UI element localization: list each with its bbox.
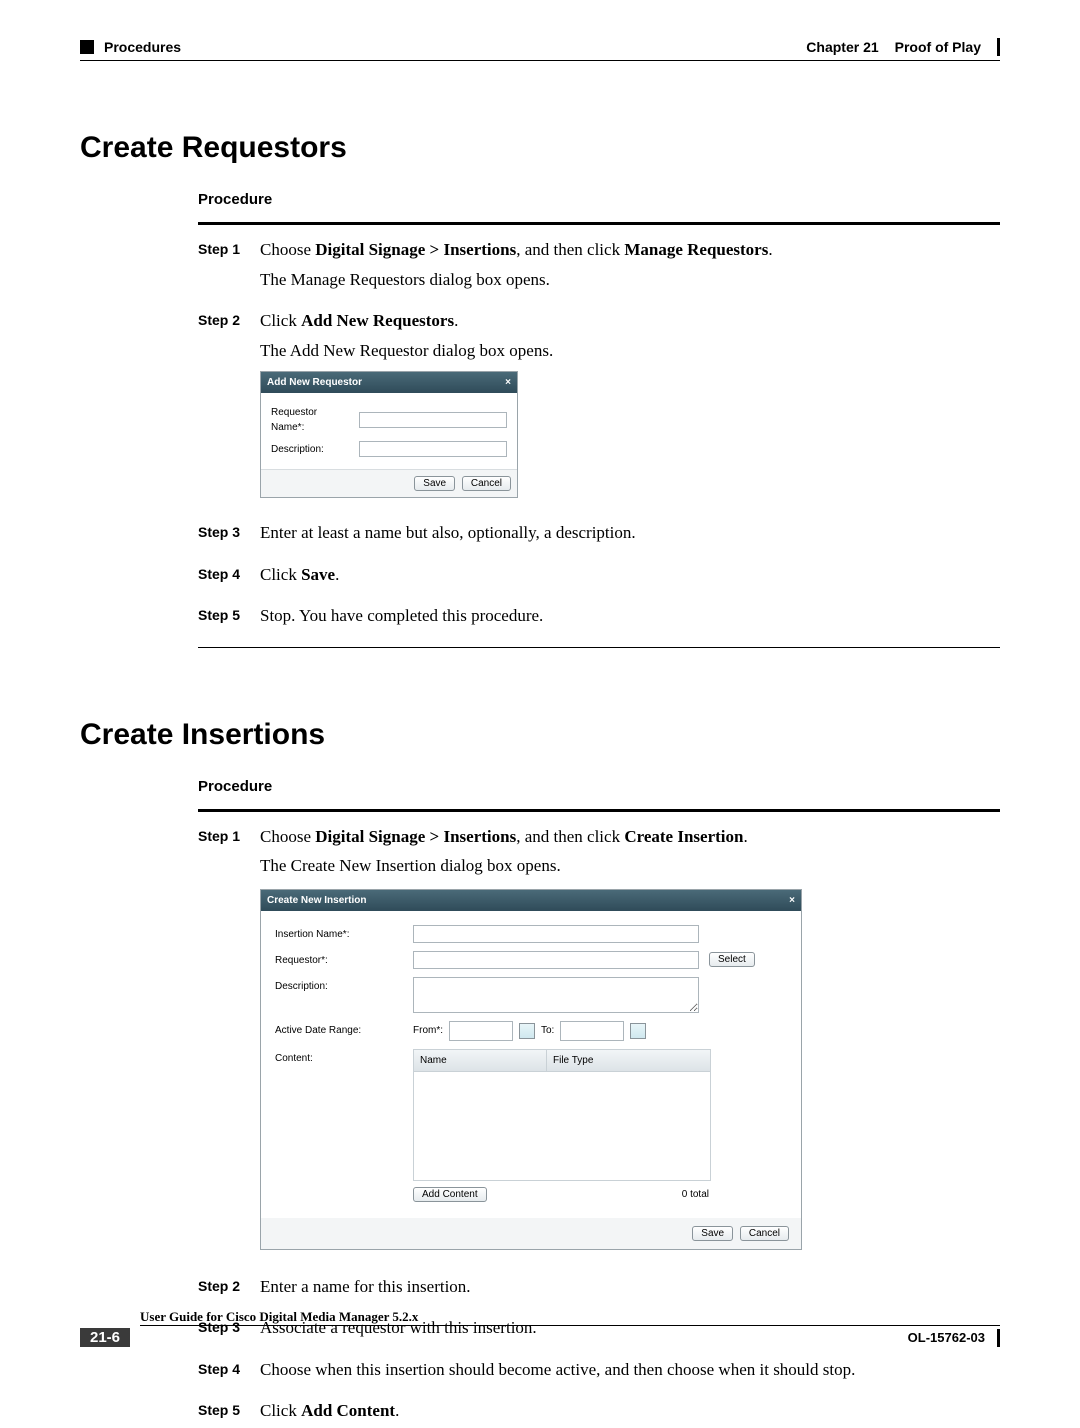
from-date-input[interactable] bbox=[449, 1021, 513, 1041]
dialog-title: Add New Requestor bbox=[267, 375, 362, 390]
step-body: Enter a name for this insertion. bbox=[260, 1274, 1000, 1304]
requestor-desc-label: Description: bbox=[271, 442, 353, 457]
cancel-button[interactable]: Cancel bbox=[462, 476, 511, 491]
step-body: Choose when this insertion should become… bbox=[260, 1357, 1000, 1387]
close-icon[interactable]: × bbox=[789, 893, 795, 908]
header-rule bbox=[80, 60, 1000, 61]
step-body: Enter at least a name but also, optional… bbox=[260, 520, 1000, 550]
header-procedures: Procedures bbox=[104, 39, 181, 55]
col-type: File Type bbox=[547, 1050, 710, 1071]
insertion-name-label: Insertion Name*: bbox=[275, 925, 413, 942]
running-header: Procedures Chapter 21 Proof of Play bbox=[80, 38, 1000, 56]
save-button[interactable]: Save bbox=[414, 476, 455, 491]
content-label: Content: bbox=[275, 1049, 413, 1066]
calendar-icon[interactable] bbox=[519, 1023, 535, 1039]
to-label: To: bbox=[541, 1023, 554, 1038]
page-number: 21-6 bbox=[80, 1328, 130, 1347]
step-label: Step 2 bbox=[198, 1274, 260, 1297]
step-label: Step 5 bbox=[198, 1398, 260, 1421]
requestor-input[interactable] bbox=[413, 951, 699, 969]
step-label: Step 1 bbox=[198, 824, 260, 847]
save-button[interactable]: Save bbox=[692, 1226, 733, 1241]
to-date-input[interactable] bbox=[560, 1021, 624, 1041]
step-body: Click Add Content. bbox=[260, 1398, 1000, 1428]
heading-requestors: Create Requestors bbox=[80, 131, 1000, 165]
description-label: Description: bbox=[275, 977, 413, 994]
close-icon[interactable]: × bbox=[505, 375, 511, 390]
footer-bar-icon bbox=[997, 1329, 1000, 1347]
step-body: Click Save. bbox=[260, 562, 1000, 592]
step-label: Step 4 bbox=[198, 1357, 260, 1380]
requestor-desc-input[interactable] bbox=[359, 441, 507, 457]
cancel-button[interactable]: Cancel bbox=[740, 1226, 789, 1241]
header-bar-icon bbox=[997, 38, 1000, 56]
footer-rule bbox=[140, 1325, 1000, 1326]
thick-rule bbox=[198, 222, 1000, 225]
dialog-title: Create New Insertion bbox=[267, 893, 366, 908]
header-chapter: Chapter 21 bbox=[806, 39, 878, 55]
dialog-create-insertion: Create New Insertion × Insertion Name*: … bbox=[260, 889, 802, 1250]
thin-rule bbox=[198, 647, 1000, 648]
requestor-name-label: Requestor Name*: bbox=[271, 405, 353, 435]
step-label: Step 3 bbox=[198, 520, 260, 543]
requestor-name-input[interactable] bbox=[359, 412, 507, 428]
step-body: Choose Digital Signage > Insertions, and… bbox=[260, 237, 1000, 296]
doc-number: OL-15762-03 bbox=[908, 1330, 985, 1345]
col-name: Name bbox=[414, 1050, 547, 1071]
header-title: Proof of Play bbox=[895, 39, 981, 55]
step-label: Step 4 bbox=[198, 562, 260, 585]
content-table: Name File Type bbox=[413, 1049, 711, 1181]
step-body: Click Add New Requestors. The Add New Re… bbox=[260, 308, 1000, 508]
procedure-label: Procedure bbox=[198, 191, 1000, 208]
thick-rule bbox=[198, 809, 1000, 812]
from-label: From*: bbox=[413, 1023, 443, 1038]
select-button[interactable]: Select bbox=[709, 952, 755, 967]
step-label: Step 1 bbox=[198, 237, 260, 260]
description-input[interactable] bbox=[413, 977, 699, 1013]
page-footer: User Guide for Cisco Digital Media Manag… bbox=[80, 1309, 1000, 1347]
step-body: Stop. You have completed this procedure. bbox=[260, 603, 1000, 633]
dialog-add-requestor: Add New Requestor × Requestor Name*: Des… bbox=[260, 371, 518, 498]
calendar-icon[interactable] bbox=[630, 1023, 646, 1039]
active-range-label: Active Date Range: bbox=[275, 1021, 413, 1038]
requestor-label: Requestor*: bbox=[275, 951, 413, 968]
step-body: Choose Digital Signage > Insertions, and… bbox=[260, 824, 1000, 1262]
total-count: 0 total bbox=[682, 1187, 709, 1202]
footer-guide-title: User Guide for Cisco Digital Media Manag… bbox=[140, 1309, 1000, 1325]
add-content-button[interactable]: Add Content bbox=[413, 1187, 487, 1202]
insertion-name-input[interactable] bbox=[413, 925, 699, 943]
step-label: Step 2 bbox=[198, 308, 260, 331]
procedure-label: Procedure bbox=[198, 778, 1000, 795]
header-square-icon bbox=[80, 40, 94, 54]
step-label: Step 5 bbox=[198, 603, 260, 626]
heading-insertions: Create Insertions bbox=[80, 718, 1000, 752]
